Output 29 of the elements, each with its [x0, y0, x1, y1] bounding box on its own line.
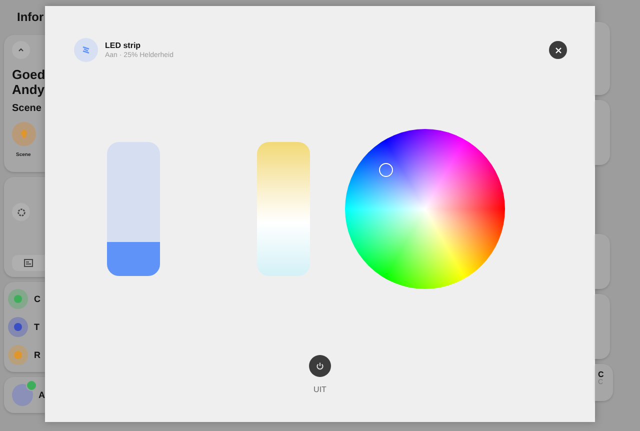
sensor-icon [8, 345, 28, 365]
sensor-name: C [34, 294, 40, 304]
sensor-name: T [34, 322, 40, 332]
greeting-text: Andy [12, 82, 45, 97]
led-strip-icon [74, 38, 98, 62]
color-wheel-handle[interactable] [379, 162, 393, 176]
card-background [595, 294, 610, 359]
power-button[interactable] [309, 355, 331, 377]
card-background [595, 234, 610, 289]
card-title: C [598, 370, 605, 379]
person-name: A [38, 390, 45, 400]
color-temperature-control[interactable] [257, 142, 310, 276]
greeting-text: Goed [12, 67, 45, 82]
brightness-slider[interactable] [107, 142, 160, 276]
close-icon [554, 46, 562, 54]
scenes-heading: Scene [12, 103, 42, 114]
close-button[interactable] [549, 41, 567, 59]
lightbulb-icon [20, 129, 28, 139]
power-icon [316, 362, 324, 370]
panel-icon [24, 259, 33, 267]
chevron-up-icon [18, 48, 24, 52]
sensor-icon [8, 317, 28, 337]
dialog-title: LED strip [105, 41, 142, 50]
power-state-label: UIT [314, 385, 326, 394]
sensor-name: R [34, 350, 40, 360]
page-title: Infor [17, 10, 45, 24]
card-background [595, 100, 610, 165]
card-button[interactable] [12, 255, 45, 271]
sensor-icon [8, 289, 28, 309]
